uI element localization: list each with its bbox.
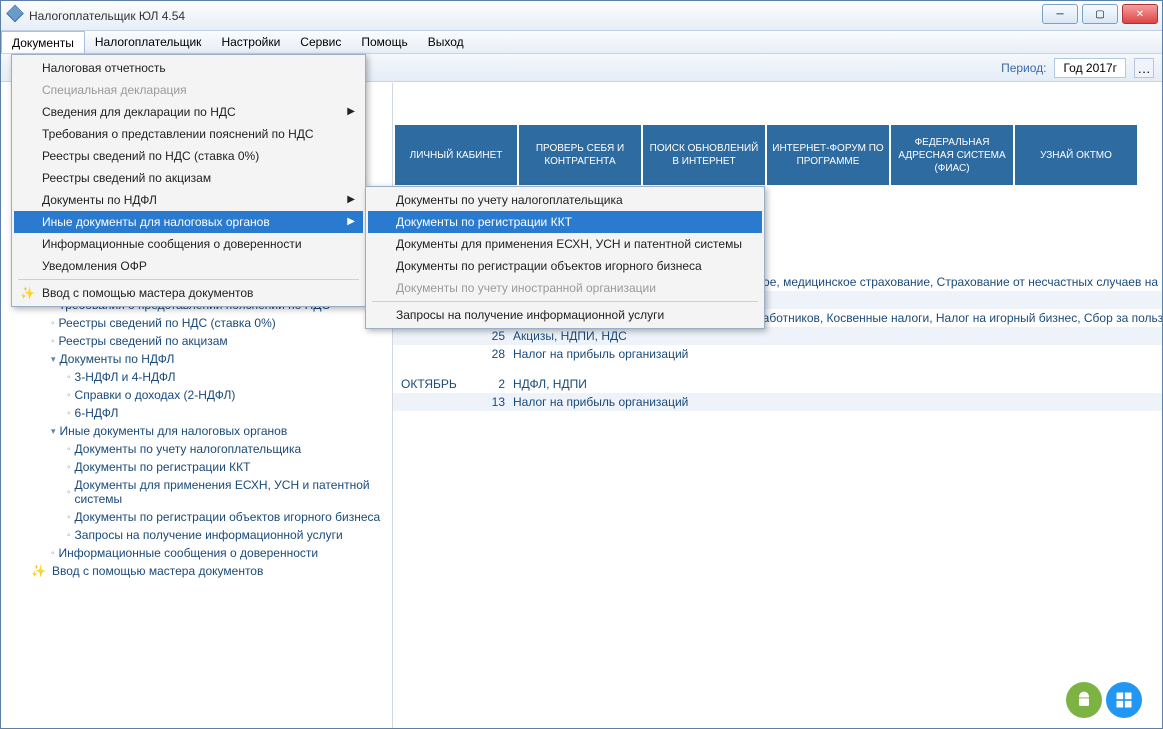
- calendar-row[interactable]: 28Налог на прибыль организаций: [393, 345, 1162, 363]
- menu-item[interactable]: Требования о представлении пояснений по …: [14, 123, 363, 145]
- bullet-icon: ◦: [67, 462, 71, 473]
- calendar-row[interactable]: ОКТЯБРЬ2НДФЛ, НДПИ: [393, 375, 1162, 393]
- bullet-icon: ◦: [67, 487, 71, 498]
- tree-item[interactable]: ◦Запросы на получение информационной усл…: [1, 526, 392, 544]
- maximize-button[interactable]: ▢: [1082, 4, 1118, 24]
- submenu-item[interactable]: Запросы на получение информационной услу…: [368, 304, 762, 326]
- titlebar: Налогоплательщик ЮЛ 4.54 ─ ▢ ✕: [1, 1, 1162, 31]
- other-docs-submenu: Документы по учету налогоплательщикаДоку…: [365, 186, 765, 329]
- cal-day: 28: [473, 347, 513, 361]
- submenu-item[interactable]: Документы по учету налогоплательщика: [368, 189, 762, 211]
- tree-item[interactable]: ◦Документы по учету налогоплательщика: [1, 440, 392, 458]
- cal-month: [393, 329, 473, 343]
- link-button-0[interactable]: ЛИЧНЫЙ КАБИНЕТ: [395, 125, 517, 185]
- menu-item[interactable]: Сведения для декларации по НДС▶: [14, 101, 363, 123]
- menu-item: Специальная декларация: [14, 79, 363, 101]
- menu-item[interactable]: Информационные сообщения о доверенности: [14, 233, 363, 255]
- calendar-row[interactable]: 13Налог на прибыль организаций: [393, 393, 1162, 411]
- wand-icon: ✨: [31, 564, 46, 578]
- bullet-icon: ◦: [67, 390, 71, 401]
- cal-month: ОКТЯБРЬ: [393, 377, 473, 391]
- menu-item[interactable]: ✨Ввод с помощью мастера документов: [14, 282, 363, 304]
- cal-desc: НДФЛ, НДПИ: [513, 377, 1162, 391]
- menu-documents[interactable]: Документы: [1, 31, 85, 53]
- link-button-3[interactable]: ИНТЕРНЕТ-ФОРУМ ПО ПРОГРАММЕ: [767, 125, 889, 185]
- expand-icon: ▾: [51, 426, 56, 437]
- cal-desc: Налог на прибыль организаций: [513, 347, 1162, 361]
- tree-item[interactable]: ◦Документы по регистрации объектов игорн…: [1, 508, 392, 526]
- period-selector: Период: Год 2017г …: [1001, 58, 1154, 78]
- close-button[interactable]: ✕: [1122, 4, 1158, 24]
- submenu-arrow-icon: ▶: [347, 106, 355, 117]
- submenu-item[interactable]: Документы для применения ЕСХН, УСН и пат…: [368, 233, 762, 255]
- wand-icon: ✨: [20, 286, 35, 300]
- windows-icon[interactable]: [1106, 682, 1142, 718]
- menu-service[interactable]: Сервис: [290, 31, 351, 53]
- link-button-1[interactable]: ПРОВЕРЬ СЕБЯ И КОНТРАГЕНТА: [519, 125, 641, 185]
- cal-day: 25: [473, 329, 513, 343]
- submenu-item[interactable]: Документы по регистрации ККТ: [368, 211, 762, 233]
- bullet-icon: ◦: [67, 512, 71, 523]
- submenu-arrow-icon: ▶: [347, 194, 355, 205]
- tree-item[interactable]: ◦Документы по регистрации ККТ: [1, 458, 392, 476]
- cal-desc: Акцизы, НДПИ, НДС: [513, 329, 1162, 343]
- bullet-icon: ◦: [51, 548, 55, 559]
- period-value[interactable]: Год 2017г: [1054, 58, 1126, 78]
- link-button-2[interactable]: ПОИСК ОБНОВЛЕНИЙ В ИНТЕРНЕТ: [643, 125, 765, 185]
- app-window: Налогоплательщик ЮЛ 4.54 ─ ▢ ✕ Документы…: [0, 0, 1163, 729]
- menu-exit[interactable]: Выход: [418, 31, 474, 53]
- menubar: Документы Налогоплательщик Настройки Сер…: [1, 31, 1162, 54]
- bullet-icon: ◦: [67, 408, 71, 419]
- documents-dropdown: Налоговая отчетностьСпециальная декларац…: [11, 54, 366, 307]
- menu-item[interactable]: Иные документы для налоговых органов▶: [14, 211, 363, 233]
- period-label: Период:: [1001, 61, 1046, 75]
- menu-item[interactable]: Уведомления ОФР: [14, 255, 363, 277]
- menu-separator: [18, 279, 359, 280]
- cal-month: [393, 395, 473, 409]
- calendar-row[interactable]: 25Акцизы, НДПИ, НДС: [393, 327, 1162, 345]
- window-buttons: ─ ▢ ✕: [1042, 4, 1158, 24]
- tree-item[interactable]: ◦Реестры сведений по НДС (ставка 0%): [1, 314, 392, 332]
- menu-help[interactable]: Помощь: [351, 31, 417, 53]
- tree-item[interactable]: ◦3-НДФЛ и 4-НДФЛ: [1, 368, 392, 386]
- tree-item[interactable]: ◦Информационные сообщения о доверенности: [1, 544, 392, 562]
- tree-item[interactable]: ✨Ввод с помощью мастера документов: [1, 562, 392, 580]
- menu-settings[interactable]: Настройки: [211, 31, 290, 53]
- tree-item[interactable]: ◦Справки о доходах (2-НДФЛ): [1, 386, 392, 404]
- tree-item[interactable]: ◦Документы для применения ЕСХН, УСН и па…: [1, 476, 392, 508]
- menu-separator: [372, 301, 758, 302]
- tree-item[interactable]: ◦Реестры сведений по акцизам: [1, 332, 392, 350]
- tree-item[interactable]: ▾Документы по НДФЛ: [1, 350, 392, 368]
- tree-item[interactable]: ◦6-НДФЛ: [1, 404, 392, 422]
- menu-item[interactable]: Реестры сведений по НДС (ставка 0%): [14, 145, 363, 167]
- bullet-icon: ◦: [67, 530, 71, 541]
- submenu-item: Документы по учету иностранной организац…: [368, 277, 762, 299]
- menu-taxpayer[interactable]: Налогоплательщик: [85, 31, 212, 53]
- menu-item[interactable]: Налоговая отчетность: [14, 57, 363, 79]
- tree-item[interactable]: ▾Иные документы для налоговых органов: [1, 422, 392, 440]
- bullet-icon: ◦: [51, 336, 55, 347]
- footer-icons: [1066, 682, 1142, 718]
- minimize-button[interactable]: ─: [1042, 4, 1078, 24]
- link-button-5[interactable]: УЗНАЙ ОКТМО: [1015, 125, 1137, 185]
- link-button-4[interactable]: ФЕДЕРАЛЬНАЯ АДРЕСНАЯ СИСТЕМА (ФИАС): [891, 125, 1013, 185]
- period-picker-button[interactable]: …: [1134, 58, 1154, 78]
- bullet-icon: ◦: [67, 372, 71, 383]
- cal-day: 13: [473, 395, 513, 409]
- expand-icon: ▾: [51, 354, 56, 365]
- app-icon: [4, 4, 27, 27]
- menu-item[interactable]: Реестры сведений по акцизам: [14, 167, 363, 189]
- link-buttons-row: ЛИЧНЫЙ КАБИНЕТПРОВЕРЬ СЕБЯ И КОНТРАГЕНТА…: [395, 125, 1137, 185]
- cal-month: [393, 347, 473, 361]
- bullet-icon: ◦: [67, 444, 71, 455]
- android-icon[interactable]: [1066, 682, 1102, 718]
- submenu-item[interactable]: Документы по регистрации объектов игорно…: [368, 255, 762, 277]
- cal-day: 2: [473, 377, 513, 391]
- menu-item[interactable]: Документы по НДФЛ▶: [14, 189, 363, 211]
- cal-desc: Налог на прибыль организаций: [513, 395, 1162, 409]
- submenu-arrow-icon: ▶: [347, 216, 355, 227]
- window-title: Налогоплательщик ЮЛ 4.54: [29, 9, 185, 23]
- bullet-icon: ◦: [51, 318, 55, 329]
